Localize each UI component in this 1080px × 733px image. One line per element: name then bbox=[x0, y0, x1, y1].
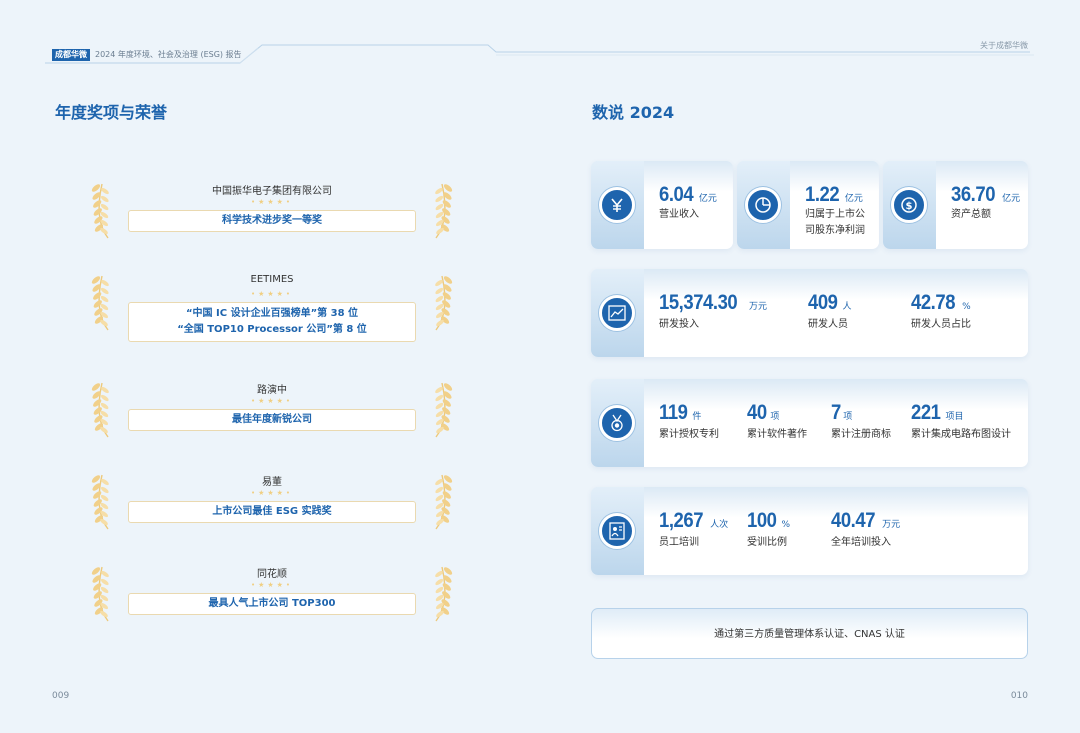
rd-stat: 409 人研发人员 bbox=[808, 291, 852, 330]
stat-unit: 亿元 bbox=[844, 194, 863, 204]
training-card: 1,267 人次 员工培训 100% 受训比例 40.47 万元 全年培训投入 bbox=[591, 487, 1028, 575]
award-organization: EETIMES bbox=[250, 274, 294, 285]
finance-icon-panel: $ bbox=[883, 161, 936, 249]
stat-unit: 亿元 bbox=[1002, 194, 1021, 204]
stars-icon: •★★★• bbox=[250, 198, 294, 206]
rd-stat: 15,374.30 万元 研发投入 bbox=[659, 291, 767, 330]
stars-icon: •★★★• bbox=[250, 397, 294, 405]
stat-label: 司股东净利润 bbox=[805, 225, 865, 236]
finance-stat-card: 1.22 亿元归属于上市公 司股东净利润 bbox=[737, 161, 879, 249]
pie-chart-icon bbox=[745, 187, 781, 223]
award-title-line: 上市公司最佳 ESG 实践奖 bbox=[212, 506, 332, 517]
yen-icon bbox=[599, 187, 635, 223]
award-title-line: 最佳年度新锐公司 bbox=[232, 414, 312, 425]
finance-card: 6.04 亿元营业收入 1.22 亿元归属于上市公 司股东净利润 $36.70 亿元资产总额 bbox=[591, 161, 1028, 249]
stat-value: 1.22 bbox=[805, 183, 840, 206]
award-title-line: 最具人气上市公司 TOP300 bbox=[208, 598, 336, 609]
ip-stat: 40 项累计软件著作 bbox=[747, 401, 807, 440]
award-title-line: “中国 IC 设计企业百强榜单”第 38 位 bbox=[185, 308, 359, 319]
header-decoration bbox=[45, 44, 1034, 64]
stars-icon: •★★★• bbox=[250, 489, 294, 497]
stat-label: 营业收入 bbox=[659, 209, 699, 220]
stat-label: 归属于上市公 bbox=[805, 209, 865, 220]
stat-value: 36.70 bbox=[951, 183, 996, 206]
brand-badge: 成都华微 bbox=[52, 49, 90, 61]
ip-icon-panel bbox=[591, 379, 644, 467]
stat-unit: 亿元 bbox=[698, 194, 717, 204]
ip-stat: 119 件累计授权专利 bbox=[659, 401, 719, 440]
rd-icon-panel bbox=[591, 269, 644, 357]
award-item: 易董 •★★★• 上市公司最佳 ESG 实践奖 bbox=[90, 471, 454, 537]
award-item: 同花顺 •★★★• 最具人气上市公司 TOP300 bbox=[90, 563, 454, 629]
award-organization: 中国振华电子集团有限公司 bbox=[212, 186, 332, 197]
award-title: 科学技术进步奖一等奖 bbox=[128, 210, 416, 232]
page-number-left: 009 bbox=[52, 691, 70, 701]
stars-icon: •★★★• bbox=[250, 290, 294, 298]
award-organization: 路演中 bbox=[257, 385, 287, 396]
award-title-line: 科学技术进步奖一等奖 bbox=[222, 215, 322, 226]
awards-section-title: 年度奖项与荣誉 bbox=[55, 103, 168, 122]
award-item: EETIMES •★★★• “中国 IC 设计企业百强榜单”第 38 位 “全国 TO… bbox=[90, 272, 454, 356]
stat-label: 资产总额 bbox=[951, 209, 991, 220]
stat-value: 6.04 bbox=[659, 183, 694, 206]
award-title: “中国 IC 设计企业百强榜单”第 38 位 “全国 TOP10 Processo… bbox=[128, 302, 416, 342]
award-title: 上市公司最佳 ESG 实践奖 bbox=[128, 501, 416, 523]
award-item: 路演中 •★★★• 最佳年度新锐公司 bbox=[90, 379, 454, 445]
report-title: 2024 年度环境、社会及治理 (ESG) 报告 bbox=[95, 50, 242, 59]
training-stat: 1,267 人次 员工培训 bbox=[659, 509, 729, 548]
data-section-title: 数说 2024 bbox=[592, 103, 675, 122]
award-item: 中国振华电子集团有限公司 •★★★• 科学技术进步奖一等奖 bbox=[90, 180, 454, 246]
finance-stat: 36.70 亿元资产总额 bbox=[951, 183, 1020, 223]
finance-stat: 6.04 亿元营业收入 bbox=[659, 183, 717, 223]
page-number-right: 010 bbox=[1010, 691, 1028, 701]
finance-icon-panel bbox=[591, 161, 644, 249]
growth-chart-icon bbox=[599, 295, 635, 331]
ip-stat: 7 项累计注册商标 bbox=[831, 401, 891, 440]
award-organization: 易董 bbox=[262, 477, 282, 488]
section-header: 关于成都华微 bbox=[980, 41, 1028, 50]
certification-banner: 通过第三方质量管理体系认证、CNAS 认证 bbox=[591, 608, 1028, 659]
award-title: 最具人气上市公司 TOP300 bbox=[128, 593, 416, 615]
award-title: 最佳年度新锐公司 bbox=[128, 409, 416, 431]
training-board-icon bbox=[599, 513, 635, 549]
ip-stat: 221 项目 累计集成电路布图设计 bbox=[911, 401, 1011, 440]
finance-stat-card: $36.70 亿元资产总额 bbox=[883, 161, 1028, 249]
svg-text:$: $ bbox=[906, 201, 913, 212]
rd-card: 15,374.30 万元 研发投入 409 人研发人员 42.78% 研发人员占比 bbox=[591, 269, 1028, 357]
dollar-icon: $ bbox=[891, 187, 927, 223]
training-stat: 100% 受训比例 bbox=[747, 509, 791, 548]
stars-icon: •★★★• bbox=[250, 581, 294, 589]
training-icon-panel bbox=[591, 487, 644, 575]
award-title-line: “全国 TOP10 Processor 公司”第 8 位 bbox=[177, 324, 367, 335]
finance-icon-panel bbox=[737, 161, 790, 249]
ip-card: 119 件累计授权专利 40 项累计软件著作 7 项累计注册商标 221 项目 累计集成电… bbox=[591, 379, 1028, 467]
rd-stat: 42.78% 研发人员占比 bbox=[911, 291, 971, 330]
medal-icon bbox=[599, 405, 635, 441]
award-organization: 同花顺 bbox=[257, 569, 287, 580]
finance-stat-card: 6.04 亿元营业收入 bbox=[591, 161, 733, 249]
training-stat: 40.47 万元 全年培训投入 bbox=[831, 509, 901, 548]
finance-stat: 1.22 亿元归属于上市公 司股东净利润 bbox=[805, 183, 865, 239]
